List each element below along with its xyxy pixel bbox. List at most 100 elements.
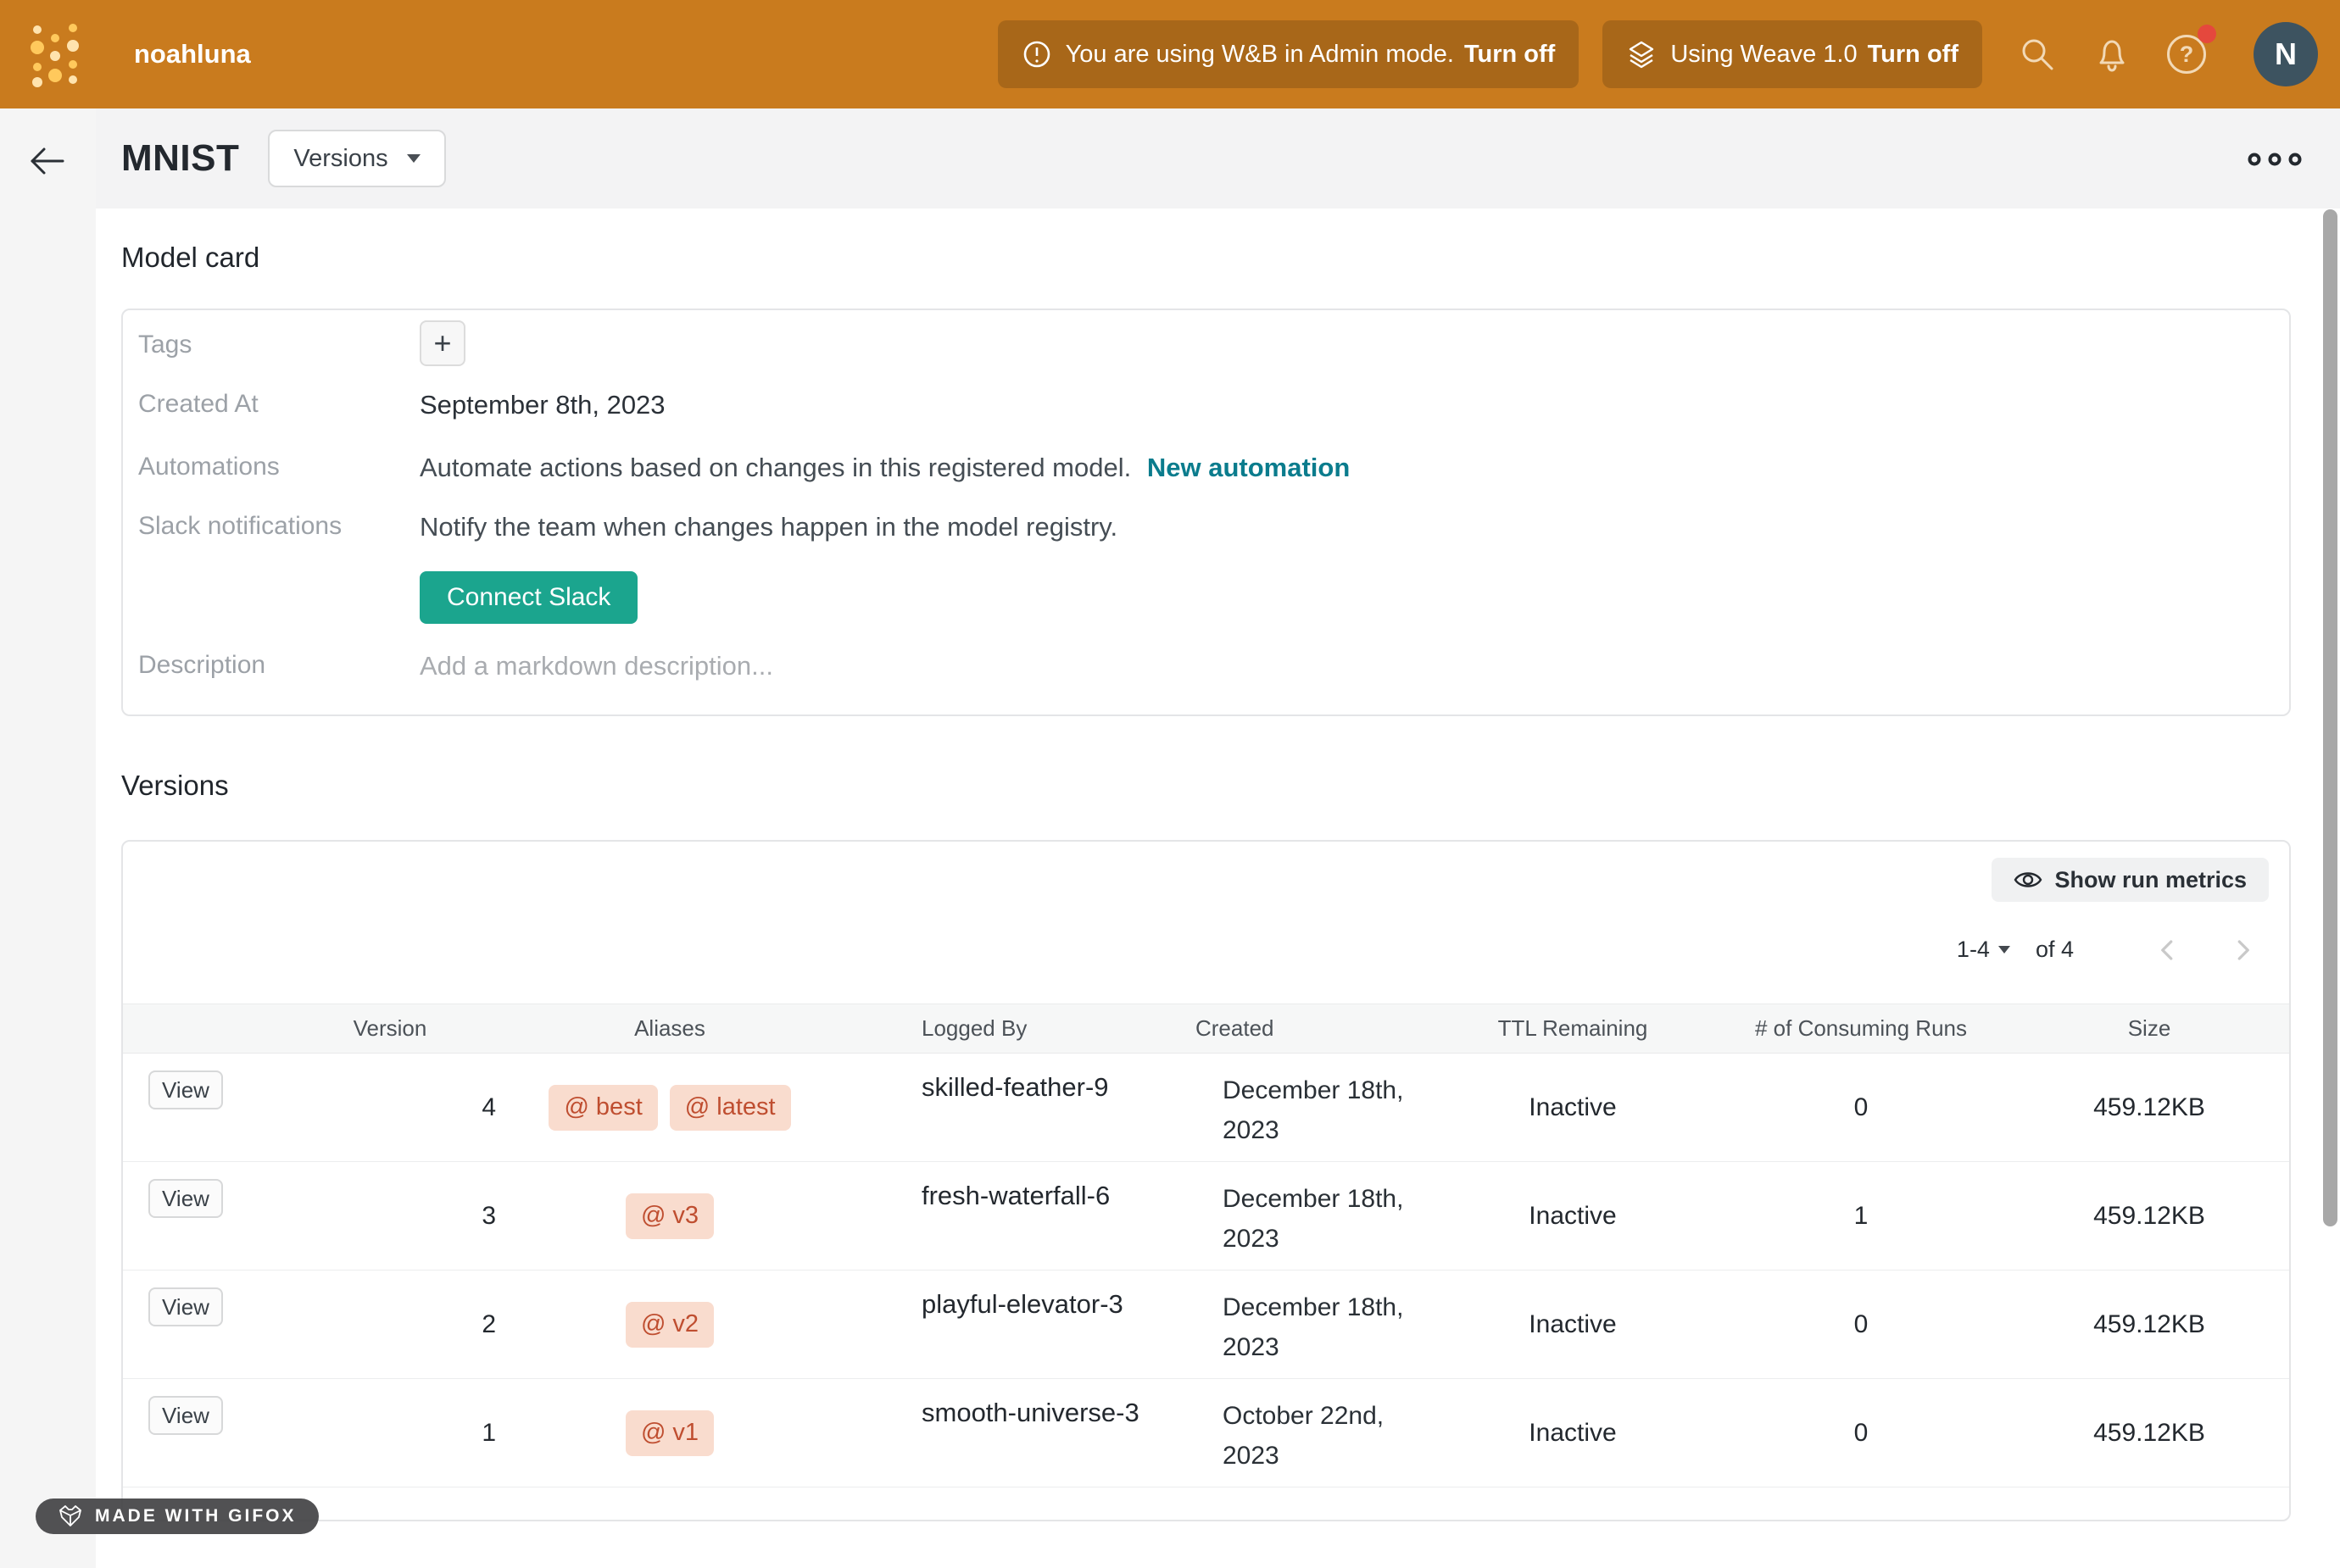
alias-chip[interactable]: @ v1 — [626, 1410, 714, 1456]
alias-chip[interactable]: @ latest — [670, 1085, 791, 1131]
layers-icon — [1626, 39, 1657, 70]
alert-circle-icon — [1022, 39, 1052, 70]
versions-heading: Versions — [121, 770, 229, 802]
logged-by-cell: fresh-waterfall-6 — [810, 1162, 1140, 1270]
alias-chip[interactable]: @ v2 — [626, 1302, 714, 1348]
size-cell: 459.12KB — [2022, 1271, 2276, 1378]
created-cell: December 18th,2023 — [1140, 1162, 1446, 1270]
chevron-down-icon — [407, 154, 421, 163]
view-button[interactable]: View — [148, 1396, 223, 1435]
logged-by-cell: playful-elevator-3 — [810, 1271, 1140, 1378]
automations-text: Automate actions based on changes in thi… — [420, 453, 1350, 483]
vertical-scrollbar-thumb[interactable] — [2323, 209, 2337, 1226]
add-tag-button[interactable]: + — [420, 320, 465, 366]
eye-icon — [2014, 867, 2042, 892]
created-cell: December 18th,2023 — [1140, 1054, 1446, 1161]
ttl-cell: Inactive — [1446, 1054, 1700, 1161]
alias-chip[interactable]: @ v3 — [626, 1193, 714, 1239]
wandb-model-registry-page: noahluna You are using W&B in Admin mode… — [0, 0, 2340, 1568]
prev-page-icon[interactable] — [2155, 937, 2181, 963]
admin-turn-off-button[interactable]: Turn off — [1464, 41, 1555, 69]
consuming-runs-cell: 0 — [1700, 1054, 2022, 1161]
versions-card: Show run metrics 1-4 of 4 Version Aliase… — [121, 840, 2291, 1521]
aliases-cell: @ v1 — [530, 1379, 810, 1487]
gifox-watermark: MADE WITH GIFOX — [36, 1498, 319, 1534]
overflow-menu-icon[interactable] — [2245, 151, 2304, 168]
chevron-down-icon — [1998, 946, 2010, 954]
left-rail — [0, 108, 96, 1568]
wandb-logo-icon[interactable] — [31, 19, 80, 89]
table-header-row: Version Aliases Logged By Created TTL Re… — [123, 1004, 2289, 1054]
table-row: View 3 @ v3 fresh-waterfall-6 December 1… — [123, 1162, 2289, 1271]
ttl-cell: Inactive — [1446, 1379, 1700, 1487]
admin-mode-banner: You are using W&B in Admin mode. Turn of… — [998, 20, 1580, 88]
notifications-bell-icon[interactable] — [2092, 35, 2131, 74]
weave-banner-text: Using Weave 1.0 — [1670, 41, 1857, 69]
aliases-cell: @ v2 — [530, 1271, 810, 1378]
slack-notifications-label: Slack notifications — [138, 512, 342, 541]
page-total: of 4 — [2036, 937, 2074, 963]
header-spacer — [123, 1004, 250, 1053]
logged-by-cell: skilled-feather-9 — [810, 1054, 1140, 1161]
tags-label: Tags — [138, 331, 192, 359]
table-row: View 2 @ v2 playful-elevator-3 December … — [123, 1271, 2289, 1379]
aliases-cell: @ best @ latest — [530, 1054, 810, 1161]
new-automation-link[interactable]: New automation — [1147, 453, 1350, 482]
gifox-text: MADE WITH GIFOX — [95, 1506, 297, 1526]
versions-dropdown[interactable]: Versions — [268, 130, 445, 187]
version-cell: 4 — [250, 1054, 530, 1161]
weave-banner: Using Weave 1.0 Turn off — [1602, 20, 1982, 88]
consuming-runs-cell: 1 — [1700, 1162, 2022, 1270]
ttl-cell: Inactive — [1446, 1162, 1700, 1270]
model-card-heading: Model card — [121, 242, 259, 274]
created-cell: December 18th,2023 — [1140, 1271, 1446, 1378]
top-navbar: noahluna You are using W&B in Admin mode… — [0, 0, 2340, 108]
admin-banner-text: You are using W&B in Admin mode. — [1066, 41, 1454, 69]
org-name[interactable]: noahluna — [134, 39, 251, 70]
notification-dot — [2198, 25, 2216, 43]
description-label: Description — [138, 651, 265, 680]
col-header-logged-by: Logged By — [810, 1004, 1140, 1053]
automations-label: Automations — [138, 453, 280, 481]
search-icon[interactable] — [2018, 35, 2057, 74]
view-button[interactable]: View — [148, 1179, 223, 1218]
version-cell: 1 — [250, 1379, 530, 1487]
description-placeholder[interactable]: Add a markdown description... — [420, 651, 773, 681]
col-header-aliases: Aliases — [530, 1004, 810, 1053]
size-cell: 459.12KB — [2022, 1162, 2276, 1270]
back-arrow-icon[interactable] — [29, 146, 66, 176]
slack-notifications-text: Notify the team when changes happen in t… — [420, 512, 1117, 542]
consuming-runs-cell: 0 — [1700, 1271, 2022, 1378]
logged-by-cell: smooth-universe-3 — [810, 1379, 1140, 1487]
page-range-dropdown[interactable]: 1-4 — [1957, 937, 2010, 963]
next-page-icon[interactable] — [2230, 937, 2255, 963]
created-at-label: Created At — [138, 390, 259, 419]
alias-chip[interactable]: @ best — [549, 1085, 657, 1131]
view-button[interactable]: View — [148, 1070, 223, 1109]
version-cell: 2 — [250, 1271, 530, 1378]
version-cell: 3 — [250, 1162, 530, 1270]
size-cell: 459.12KB — [2022, 1379, 2276, 1487]
model-card: Tags + Created At September 8th, 2023 Au… — [121, 309, 2291, 716]
versions-dropdown-label: Versions — [293, 145, 387, 173]
col-header-created: Created — [1140, 1004, 1446, 1053]
pagination: 1-4 of 4 — [1957, 937, 2255, 963]
show-run-metrics-button[interactable]: Show run metrics — [1992, 858, 2269, 902]
weave-turn-off-button[interactable]: Turn off — [1868, 41, 1958, 69]
created-at-value: September 8th, 2023 — [420, 390, 666, 420]
table-row: View 4 @ best @ latest skilled-feather-9… — [123, 1054, 2289, 1162]
created-cell: October 22nd,2023 — [1140, 1379, 1446, 1487]
view-button[interactable]: View — [148, 1287, 223, 1326]
table-row: View 1 @ v1 smooth-universe-3 October 22… — [123, 1379, 2289, 1487]
col-header-version: Version — [250, 1004, 530, 1053]
size-cell: 459.12KB — [2022, 1054, 2276, 1161]
col-header-ttl: TTL Remaining — [1446, 1004, 1700, 1053]
aliases-cell: @ v3 — [530, 1162, 810, 1270]
page-title: MNIST — [121, 137, 239, 180]
connect-slack-button[interactable]: Connect Slack — [420, 571, 638, 624]
fox-icon — [58, 1504, 83, 1528]
avatar[interactable]: N — [2254, 22, 2318, 86]
help-icon[interactable]: ? — [2167, 35, 2206, 74]
ttl-cell: Inactive — [1446, 1271, 1700, 1378]
versions-table: Version Aliases Logged By Created TTL Re… — [123, 1004, 2289, 1487]
